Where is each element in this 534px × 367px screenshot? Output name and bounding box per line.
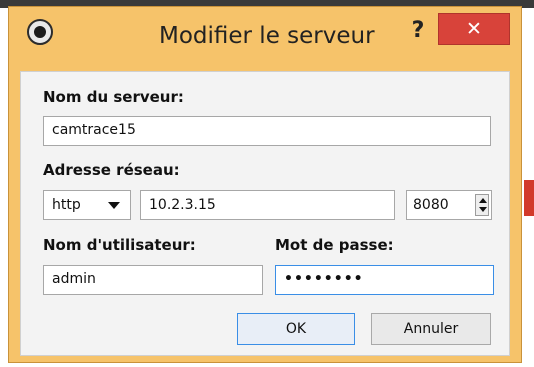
dialog-content: Nom du serveur: camtrace15 Adresse résea… <box>20 71 510 356</box>
help-button[interactable]: ? <box>404 16 432 46</box>
password-input[interactable]: •••••••• <box>275 265 494 295</box>
port-spinbox[interactable]: 8080 <box>406 190 492 220</box>
port-value: 8080 <box>413 197 449 213</box>
window-title: Modifier le serveur <box>159 23 375 49</box>
address-input[interactable]: 10.2.3.15 <box>140 190 395 220</box>
close-icon: ✕ <box>466 18 482 40</box>
close-button[interactable]: ✕ <box>438 13 510 45</box>
spin-up-icon[interactable] <box>479 198 487 203</box>
spin-down-icon[interactable] <box>479 207 487 212</box>
server-name-input[interactable]: camtrace15 <box>43 116 491 146</box>
background-window-edge <box>524 180 534 216</box>
cancel-button[interactable]: Annuler <box>371 313 491 345</box>
eye-pupil <box>34 26 46 38</box>
ok-button[interactable]: OK <box>237 313 355 345</box>
server-name-label: Nom du serveur: <box>43 88 184 106</box>
dialog-window: Modifier le serveur ? ✕ Nom du serveur: … <box>8 6 522 363</box>
username-input[interactable]: admin <box>43 265 263 295</box>
network-address-label: Adresse réseau: <box>43 161 180 179</box>
chevron-down-icon <box>108 202 120 209</box>
camtrace-eye-icon[interactable] <box>27 19 53 45</box>
protocol-select[interactable]: http <box>43 190 131 220</box>
username-label: Nom d'utilisateur: <box>43 236 196 254</box>
title-bar[interactable]: Modifier le serveur ? ✕ <box>9 7 521 63</box>
password-label: Mot de passe: <box>275 236 394 254</box>
spin-buttons[interactable] <box>475 194 489 216</box>
protocol-value: http <box>52 197 81 213</box>
